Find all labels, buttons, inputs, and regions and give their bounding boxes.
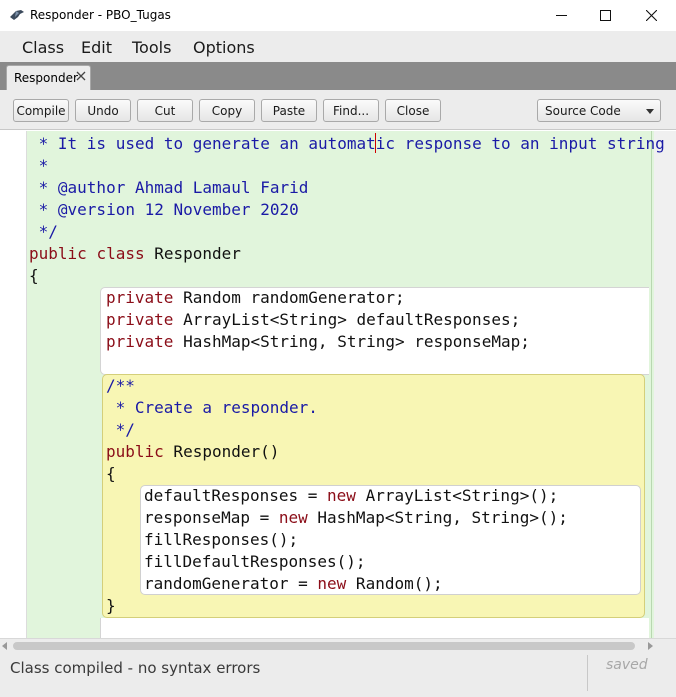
code-line: private ArrayList<String> defaultRespons… <box>106 310 521 329</box>
bluej-bird-icon <box>10 10 24 20</box>
code-line: * <box>29 156 49 175</box>
code-line: fillDefaultResponses(); <box>144 552 366 571</box>
paste-button[interactable]: Paste <box>261 99 317 122</box>
horizontal-scrollbar[interactable] <box>0 638 676 652</box>
minimize-icon <box>555 15 567 16</box>
code-line: defaultResponses = new ArrayList<String>… <box>144 486 559 505</box>
code-line: { <box>29 266 39 285</box>
line-gutter <box>0 131 27 638</box>
code-line: * @author Ahmad Lamaul Farid <box>29 178 309 197</box>
code-line: responseMap = new HashMap<String, String… <box>144 508 568 527</box>
text-caret <box>375 133 376 153</box>
cut-button[interactable]: Cut <box>137 99 193 122</box>
view-select[interactable]: Source Code <box>537 99 661 122</box>
scroll-right-icon[interactable] <box>648 642 653 650</box>
code-line: { <box>106 464 116 483</box>
view-select-value: Source Code <box>545 104 621 118</box>
tab-responder[interactable]: Responder <box>6 65 91 90</box>
maximize-icon <box>599 10 611 21</box>
maximize-button[interactable] <box>582 0 628 31</box>
find-button[interactable]: Find... <box>323 99 379 122</box>
tab-strip: Responder <box>0 62 676 90</box>
scroll-left-icon[interactable] <box>2 642 7 650</box>
status-divider <box>587 655 588 691</box>
code-line: * It is used to generate an automatic re… <box>29 134 665 153</box>
code-editor[interactable]: * It is used to generate an automatic re… <box>0 131 676 638</box>
undo-button[interactable]: Undo <box>75 99 131 122</box>
code-line: public Responder() <box>106 442 280 461</box>
window-title: Responder - PBO_Tugas <box>30 8 171 22</box>
code-line: */ <box>29 222 58 241</box>
toolbar: Compile Undo Cut Copy Paste Find... Clos… <box>0 90 676 130</box>
tab-close-icon[interactable] <box>75 70 87 82</box>
code-line: /** <box>106 376 135 395</box>
code-line: private HashMap<String, String> response… <box>106 332 530 351</box>
status-message: Class compiled - no syntax errors <box>10 659 261 677</box>
tab-label: Responder <box>14 71 78 85</box>
menu-options[interactable]: Options <box>193 38 255 57</box>
code-line: randomGenerator = new Random(); <box>144 574 443 593</box>
scope-edge <box>651 131 652 638</box>
saved-indicator: saved <box>606 657 648 673</box>
title-bar: Responder - PBO_Tugas <box>0 0 676 31</box>
close-button[interactable]: Close <box>385 99 441 122</box>
menu-tools[interactable]: Tools <box>132 38 171 57</box>
menu-class[interactable]: Class <box>22 38 64 57</box>
copy-button[interactable]: Copy <box>199 99 255 122</box>
next-member-block <box>100 618 649 638</box>
code-line: */ <box>106 420 135 439</box>
chevron-down-icon <box>646 109 654 114</box>
vertical-scrollbar[interactable] <box>654 131 676 638</box>
code-line: } <box>106 596 116 615</box>
code-line: * Create a responder. <box>106 398 318 417</box>
close-window-button[interactable] <box>628 0 674 31</box>
minimize-button[interactable] <box>538 0 584 31</box>
status-bar: Class compiled - no syntax errors saved <box>0 652 676 697</box>
code-line: fillResponses(); <box>144 530 299 549</box>
compile-button[interactable]: Compile <box>13 99 69 122</box>
code-line: public class Responder <box>29 244 241 263</box>
close-icon <box>645 10 657 21</box>
menu-edit[interactable]: Edit <box>81 38 112 57</box>
scroll-thumb[interactable] <box>13 642 635 650</box>
code-line: private Random randomGenerator; <box>106 288 405 307</box>
menu-bar: Class Edit Tools Options <box>0 31 676 62</box>
code-line: * @version 12 November 2020 <box>29 200 299 219</box>
